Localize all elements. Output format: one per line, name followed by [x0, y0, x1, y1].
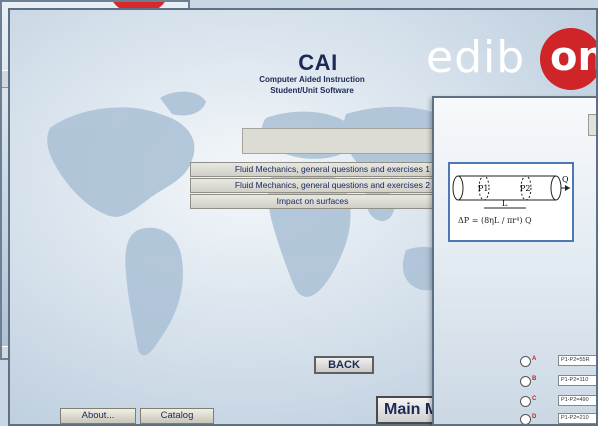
menu-item-general-questions-1[interactable]: Fluid Mechanics, general questions and e…: [190, 162, 435, 177]
radio-b[interactable]: [520, 376, 531, 387]
radio-c[interactable]: [520, 396, 531, 407]
logo-accent-text: on: [550, 34, 596, 80]
about-button[interactable]: About...: [60, 408, 136, 424]
page-subtitle: Computer Aided Instruction Student/Unit …: [242, 74, 382, 96]
panel-box: [588, 114, 596, 136]
radio-a[interactable]: [520, 356, 531, 367]
menu-item-impact-on-surfaces[interactable]: Impact on surfaces: [190, 194, 435, 209]
option-text-b[interactable]: P1-P2=110: [558, 375, 596, 386]
option-letter-d: D: [532, 414, 537, 420]
option-letter-a: A: [532, 356, 537, 362]
label-length: L: [502, 199, 508, 208]
title-panel: [242, 128, 444, 154]
subtitle-line-1: Computer Aided Instruction: [259, 75, 365, 84]
formula-text: ΔP = (8ηL / πr⁴) Q: [458, 216, 532, 225]
label-flow: Q: [562, 175, 569, 184]
label-p1: P1: [478, 184, 488, 193]
back-button[interactable]: BACK: [314, 356, 374, 374]
page-title: CAI: [298, 50, 338, 75]
subtitle-line-2: Student/Unit Software: [270, 86, 354, 95]
edibon-logo: edib on: [426, 28, 596, 98]
label-p2: P2: [520, 184, 530, 193]
question-window: P1 P2 L Q ΔP = (8ηL / πr⁴) Q A P1-P2=55R…: [432, 96, 598, 426]
option-letter-c: C: [532, 396, 537, 402]
option-text-c[interactable]: P1-P2=490: [558, 395, 596, 406]
pipe-diagram: P1 P2 L Q ΔP = (8ηL / πr⁴) Q: [448, 162, 574, 242]
pipe-diagram-svg: P1 P2 L Q: [452, 175, 570, 209]
option-letter-b: B: [532, 376, 537, 382]
option-text-d[interactable]: P1-P2=210: [558, 413, 596, 424]
option-text-a[interactable]: P1-P2=55R: [558, 355, 596, 366]
catalog-button[interactable]: Catalog: [140, 408, 214, 424]
radio-d[interactable]: [520, 414, 531, 424]
logo-text: edib: [426, 32, 526, 83]
menu-item-general-questions-2[interactable]: Fluid Mechanics, general questions and e…: [190, 178, 435, 193]
